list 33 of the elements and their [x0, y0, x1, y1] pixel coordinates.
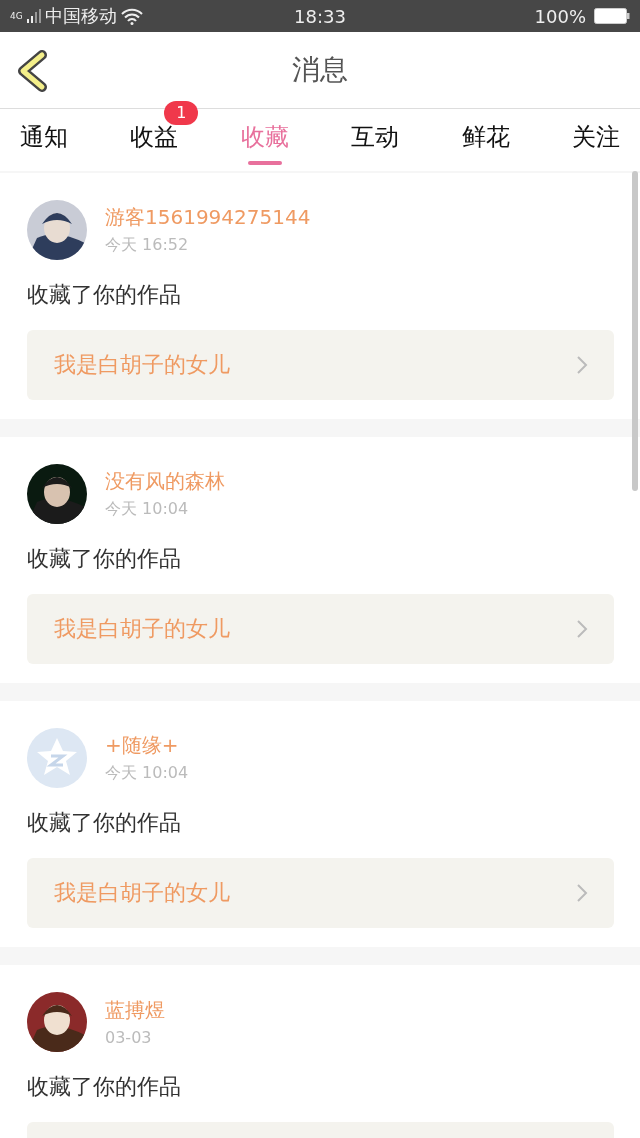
user-name[interactable]: 游客1561994275144 [105, 204, 311, 231]
chevron-icon [576, 883, 588, 903]
chevron-icon [576, 619, 588, 639]
avatar-icon [27, 728, 87, 788]
tab[interactable]: 互动 [337, 109, 414, 171]
message-text: 收藏了你的作品 [27, 1073, 181, 1101]
work-link[interactable]: 我是白胡子的女儿 [27, 330, 614, 400]
message-time: 今天 10:04 [105, 763, 189, 784]
user-name[interactable]: 没有风的森林 [105, 468, 225, 495]
count-badge: 1 [164, 101, 199, 125]
tab[interactable]: 关注 [557, 109, 634, 171]
message-text: 收藏了你的作品 [27, 809, 181, 837]
signal-icon [26, 9, 41, 23]
work-link[interactable]: 我是白胡子的女儿 [27, 858, 614, 928]
carrier-name: 中国移动 [44, 4, 117, 28]
user-name[interactable]: +随缘+ [105, 732, 179, 759]
work-link[interactable]: 我是白胡子的女儿 [27, 594, 614, 664]
battery-icon [594, 8, 630, 24]
chevron-icon [576, 355, 588, 375]
network-type: 4G [10, 11, 23, 21]
message-time: 今天 16:52 [105, 235, 189, 256]
message-text: 收藏了你的作品 [27, 545, 181, 573]
tab[interactable]: 收藏 [226, 109, 303, 171]
wifi-icon [120, 7, 143, 25]
message-time: 今天 10:04 [105, 499, 189, 520]
tab[interactable]: 通知 [6, 109, 82, 171]
page-title: 消息 [292, 52, 348, 88]
clock-time: 18:33 [294, 5, 346, 27]
user-name[interactable]: 蓝搏煜 [105, 997, 165, 1024]
battery-percent: 100% [534, 5, 586, 27]
tab[interactable]: 鲜花 [447, 109, 524, 171]
message-text: 收藏了你的作品 [27, 281, 181, 309]
message-time: 03-03 [105, 1028, 152, 1047]
